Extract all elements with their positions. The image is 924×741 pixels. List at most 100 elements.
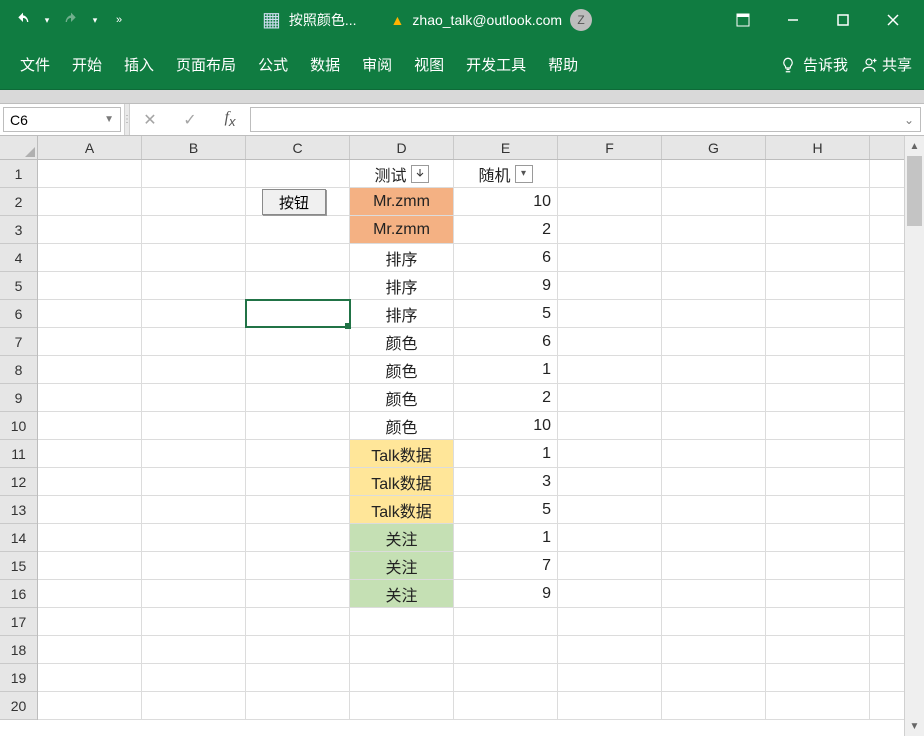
- cell-C10[interactable]: [246, 412, 350, 439]
- cell-A10[interactable]: [38, 412, 142, 439]
- cell-A15[interactable]: [38, 552, 142, 579]
- cell-B12[interactable]: [142, 468, 246, 495]
- cell-A19[interactable]: [38, 664, 142, 691]
- cell-D11[interactable]: Talk数据: [350, 440, 454, 467]
- cell-D16[interactable]: 关注: [350, 580, 454, 607]
- row-header-7[interactable]: 7: [0, 328, 37, 356]
- cell-A8[interactable]: [38, 356, 142, 383]
- column-header-G[interactable]: G: [662, 136, 766, 159]
- cell-D19[interactable]: [350, 664, 454, 691]
- cell-E14[interactable]: 1: [454, 524, 558, 551]
- cell-F15[interactable]: [558, 552, 662, 579]
- cell-B14[interactable]: [142, 524, 246, 551]
- cell-G15[interactable]: [662, 552, 766, 579]
- cell-E19[interactable]: [454, 664, 558, 691]
- ribbon-display-options[interactable]: [720, 0, 766, 40]
- cell-C12[interactable]: [246, 468, 350, 495]
- cell-F16[interactable]: [558, 580, 662, 607]
- cell-D6[interactable]: 排序: [350, 300, 454, 327]
- name-box[interactable]: C6 ▼: [3, 107, 121, 132]
- cell-E18[interactable]: [454, 636, 558, 663]
- cell-G12[interactable]: [662, 468, 766, 495]
- cell-A2[interactable]: [38, 188, 142, 215]
- cell-G9[interactable]: [662, 384, 766, 411]
- cell-F14[interactable]: [558, 524, 662, 551]
- cell-B1[interactable]: [142, 160, 246, 187]
- cell-G4[interactable]: [662, 244, 766, 271]
- cell-H4[interactable]: [766, 244, 870, 271]
- cell-D5[interactable]: 排序: [350, 272, 454, 299]
- cell-D14[interactable]: 关注: [350, 524, 454, 551]
- filter-button[interactable]: ▾: [515, 165, 533, 183]
- scroll-up-button[interactable]: ▲: [905, 136, 924, 156]
- cell-D8[interactable]: 颜色: [350, 356, 454, 383]
- row-header-1[interactable]: 1: [0, 160, 37, 188]
- undo-button[interactable]: [8, 5, 38, 35]
- cells-area[interactable]: 按钮 测试随机▾Mr.zmm10Mr.zmm2排序6排序9排序5颜色6颜色1颜色…: [38, 160, 904, 736]
- cell-E4[interactable]: 6: [454, 244, 558, 271]
- cell-A14[interactable]: [38, 524, 142, 551]
- cell-E5[interactable]: 9: [454, 272, 558, 299]
- expand-formula-bar-icon[interactable]: ⌄: [904, 113, 914, 127]
- ribbon-tab-视图[interactable]: 视图: [406, 48, 452, 81]
- cell-B8[interactable]: [142, 356, 246, 383]
- cell-F6[interactable]: [558, 300, 662, 327]
- row-header-13[interactable]: 13: [0, 496, 37, 524]
- row-header-12[interactable]: 12: [0, 468, 37, 496]
- cell-H14[interactable]: [766, 524, 870, 551]
- cell-G19[interactable]: [662, 664, 766, 691]
- cell-A18[interactable]: [38, 636, 142, 663]
- cell-C8[interactable]: [246, 356, 350, 383]
- cell-C15[interactable]: [246, 552, 350, 579]
- cell-A16[interactable]: [38, 580, 142, 607]
- cell-H10[interactable]: [766, 412, 870, 439]
- cell-A5[interactable]: [38, 272, 142, 299]
- ribbon-tab-公式[interactable]: 公式: [250, 48, 296, 81]
- cell-C14[interactable]: [246, 524, 350, 551]
- cell-E16[interactable]: 9: [454, 580, 558, 607]
- cell-H6[interactable]: [766, 300, 870, 327]
- cell-F5[interactable]: [558, 272, 662, 299]
- cell-D20[interactable]: [350, 692, 454, 719]
- cell-G6[interactable]: [662, 300, 766, 327]
- row-header-2[interactable]: 2: [0, 188, 37, 216]
- cell-A13[interactable]: [38, 496, 142, 523]
- cell-F20[interactable]: [558, 692, 662, 719]
- row-header-14[interactable]: 14: [0, 524, 37, 552]
- scroll-down-button[interactable]: ▼: [905, 716, 924, 736]
- row-header-11[interactable]: 11: [0, 440, 37, 468]
- cell-E9[interactable]: 2: [454, 384, 558, 411]
- minimize-button[interactable]: [770, 0, 816, 40]
- macro-button[interactable]: 按钮: [262, 189, 326, 215]
- row-header-19[interactable]: 19: [0, 664, 37, 692]
- cell-F17[interactable]: [558, 608, 662, 635]
- cell-B3[interactable]: [142, 216, 246, 243]
- cell-A3[interactable]: [38, 216, 142, 243]
- cell-G16[interactable]: [662, 580, 766, 607]
- cell-A20[interactable]: [38, 692, 142, 719]
- cell-C16[interactable]: [246, 580, 350, 607]
- cell-D7[interactable]: 颜色: [350, 328, 454, 355]
- cell-H3[interactable]: [766, 216, 870, 243]
- cell-G3[interactable]: [662, 216, 766, 243]
- cell-E1[interactable]: 随机▾: [454, 160, 558, 187]
- cell-D17[interactable]: [350, 608, 454, 635]
- cell-H13[interactable]: [766, 496, 870, 523]
- cell-D18[interactable]: [350, 636, 454, 663]
- row-header-20[interactable]: 20: [0, 692, 37, 720]
- cell-B19[interactable]: [142, 664, 246, 691]
- cell-D13[interactable]: Talk数据: [350, 496, 454, 523]
- formula-input[interactable]: ⌄: [250, 107, 921, 132]
- column-header-B[interactable]: B: [142, 136, 246, 159]
- cell-F13[interactable]: [558, 496, 662, 523]
- undo-dropdown[interactable]: ▾: [40, 5, 54, 35]
- cell-A4[interactable]: [38, 244, 142, 271]
- cell-A17[interactable]: [38, 608, 142, 635]
- column-header-A[interactable]: A: [38, 136, 142, 159]
- cell-H11[interactable]: [766, 440, 870, 467]
- row-header-9[interactable]: 9: [0, 384, 37, 412]
- cell-D4[interactable]: 排序: [350, 244, 454, 271]
- cell-D1[interactable]: 测试: [350, 160, 454, 187]
- ribbon-tab-开始[interactable]: 开始: [64, 48, 110, 81]
- cell-E10[interactable]: 10: [454, 412, 558, 439]
